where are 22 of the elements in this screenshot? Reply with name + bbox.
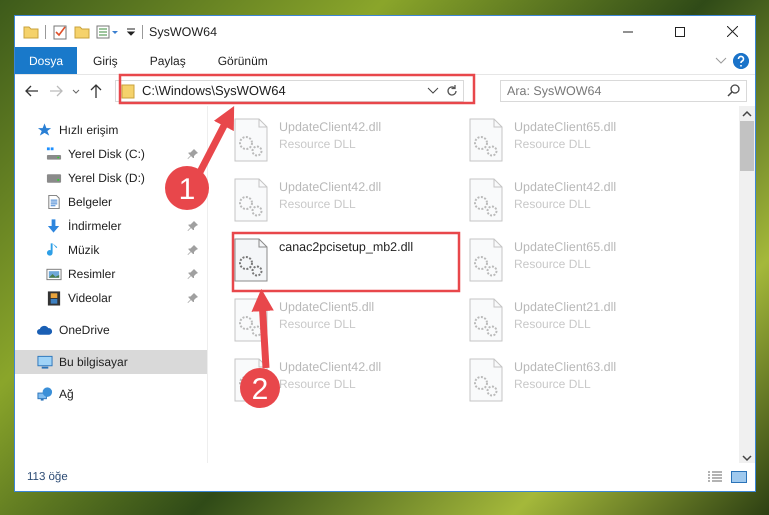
item-count: 113 öğe xyxy=(27,471,68,483)
sidebar-item[interactable]: Videolar xyxy=(46,290,112,306)
sidebar-item[interactable]: OneDrive xyxy=(37,322,110,338)
sidebar-item[interactable]: Yerel Disk (C:) xyxy=(46,146,145,162)
ribbon-tab[interactable]: Görünüm xyxy=(202,47,284,74)
sidebar-item[interactable]: Belgeler xyxy=(46,194,112,210)
ribbon-tab[interactable]: Dosya xyxy=(15,47,78,74)
window-title: SysWOW64 xyxy=(149,24,218,38)
sidebar-item[interactable]: İndirmeler xyxy=(46,218,122,234)
sidebar-item[interactable]: Ağ xyxy=(37,386,74,402)
sidebar-item[interactable]: Resimler xyxy=(46,266,116,282)
step-number-badge: 2 xyxy=(240,368,280,408)
search-field[interactable]: Ara: SysWOW64 xyxy=(500,80,747,102)
sidebar-item[interactable]: Müzik xyxy=(46,242,100,258)
sidebar-item[interactable]: Bu bilgisayar xyxy=(37,354,128,370)
sidebar-item[interactable]: Hızlı erişim xyxy=(37,122,118,138)
ribbon-tab[interactable]: Paylaş xyxy=(134,47,202,74)
ribbon-tab[interactable]: Giriş xyxy=(77,47,134,74)
address-field[interactable]: C:\Windows\SysWOW64 xyxy=(115,80,464,102)
step-number-badge: 1 xyxy=(165,166,209,210)
sidebar-item[interactable]: Yerel Disk (D:) xyxy=(46,170,145,186)
file-name[interactable]: canac2pcisetup_mb2.dll xyxy=(279,240,414,254)
